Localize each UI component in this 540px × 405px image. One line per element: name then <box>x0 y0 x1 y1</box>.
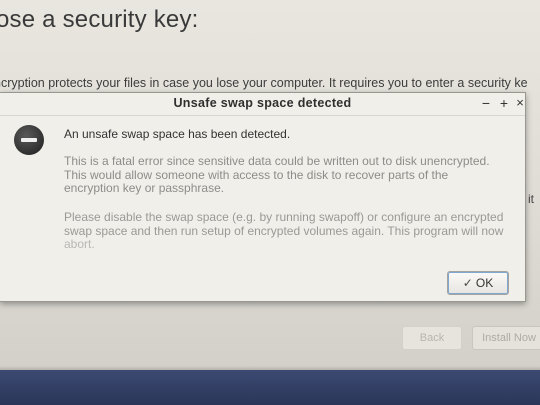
dialog-title: Unsafe swap space detected <box>173 96 352 110</box>
detail-line: This is a fatal error since sensitive da… <box>64 154 490 168</box>
detail-line: encryption key or passphrase. <box>64 181 225 195</box>
detail-line: This would allow someone with access to … <box>64 167 449 182</box>
dialog-titlebar[interactable]: Unsafe swap space detected − + × <box>0 93 525 116</box>
minimize-button[interactable]: − <box>479 95 493 111</box>
error-icon-bar <box>21 138 37 142</box>
installer-side-text: it <box>528 192 534 206</box>
advice-line: abort. <box>64 237 95 251</box>
ok-button[interactable]: ✓ OK <box>447 271 509 295</box>
dialog-advice: Please disable the swap space (e.g. by r… <box>64 210 509 252</box>
taskbar <box>0 370 540 405</box>
back-button[interactable]: Back <box>402 326 462 350</box>
installer-description: ncryption protects your files in case yo… <box>0 76 528 90</box>
ok-label: OK <box>475 276 494 290</box>
advice-line: Please disable the swap space (e.g. by r… <box>64 210 504 224</box>
checkmark-icon: ✓ <box>462 276 473 290</box>
advice-line: swap space and then run setup of encrypt… <box>64 223 504 238</box>
close-button[interactable]: × <box>513 95 527 111</box>
maximize-button[interactable]: + <box>497 95 511 111</box>
unsafe-swap-dialog: Unsafe swap space detected − + × An unsa… <box>0 92 526 302</box>
error-icon <box>14 125 44 155</box>
install-now-button[interactable]: Install Now <box>472 326 540 350</box>
dialog-detail: This is a fatal error since sensitive da… <box>64 154 509 196</box>
dialog-message: An unsafe swap space has been detected. <box>64 127 291 141</box>
installer-page-title: ose a security key: <box>0 6 199 33</box>
